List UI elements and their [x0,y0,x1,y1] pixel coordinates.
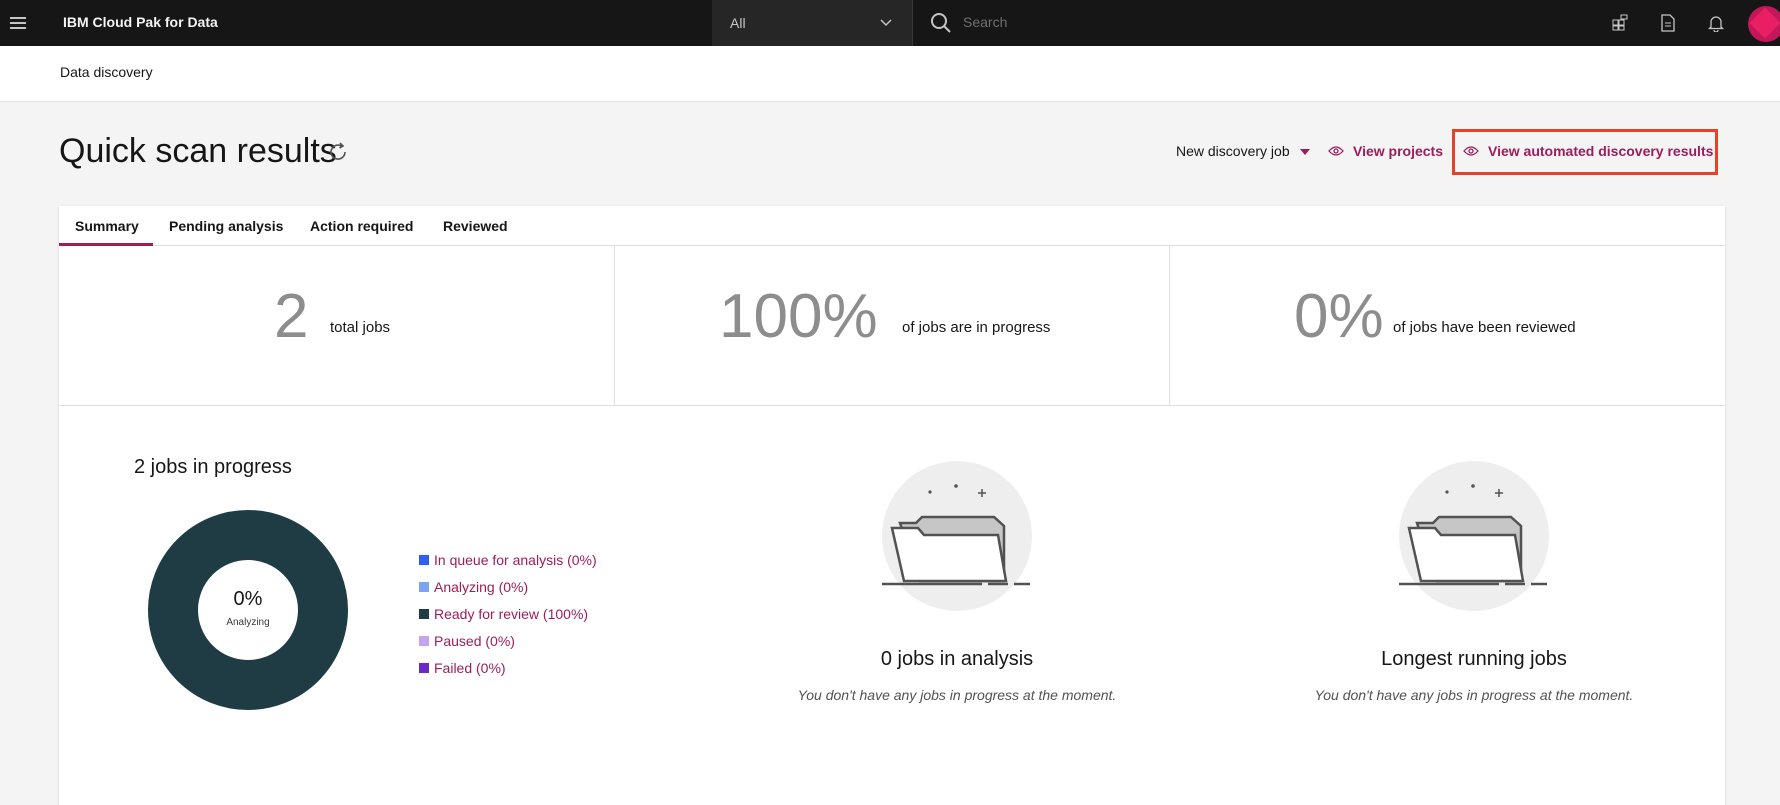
search-icon [931,13,951,33]
tab-summary[interactable]: Summary [75,218,139,234]
jobs-in-analysis-message: You don't have any jobs in progress at t… [797,687,1117,703]
breadcrumb: Data discovery [0,46,1780,102]
summary-stats: 2 total jobs 100% of jobs are in progres… [59,246,1725,406]
legend-item[interactable]: Failed (0%) [419,654,597,681]
documentation-button[interactable] [1644,0,1692,46]
longest-running-jobs-panel: Longest running jobs You don't have any … [1304,456,1644,703]
tab-bar: Summary Pending analysis Action required… [59,206,1725,246]
donut-center-label: Analyzing [226,617,270,628]
jobs-in-analysis-title: 0 jobs in analysis [880,648,1034,670]
app-switcher-button[interactable] [1596,0,1644,46]
stat-value: 0% [1294,282,1384,351]
stat-label: of jobs have been reviewed [1393,319,1576,336]
notifications-button[interactable] [1692,0,1740,46]
page-title: Quick scan results [59,132,337,170]
document-icon [1661,14,1675,32]
empty-folder-illustration [1399,461,1549,611]
menu-icon[interactable] [0,0,36,46]
breadcrumb-current: Data discovery [60,64,153,80]
search-scope-value: All [730,15,746,31]
longest-running-jobs-message: You don't have any jobs in progress at t… [1314,687,1634,703]
stat-value: 100% [719,282,878,351]
view-automated-label: View automated discovery results [1488,143,1714,159]
new-discovery-job-button[interactable]: New discovery job [1176,143,1290,159]
legend-label: In queue for analysis (0%) [434,551,597,568]
search-placeholder: Search [963,14,1008,30]
top-header: IBM Cloud Pak for Data All Search [0,0,1780,46]
legend-label: Paused (0%) [434,632,515,649]
apps-icon [1612,14,1628,31]
bell-icon [1707,16,1725,32]
legend-swatch [419,635,429,646]
legend-label: Failed (0%) [434,659,506,676]
tab-pending-analysis[interactable]: Pending analysis [169,218,283,234]
stat-value: 2 [274,282,309,351]
view-automated-discovery-results-link[interactable]: View automated discovery results [1452,129,1718,175]
user-avatar[interactable] [1748,6,1780,42]
eye-icon [1463,146,1479,156]
refresh-icon[interactable] [326,140,350,164]
stat-label: total jobs [330,319,391,336]
tab-reviewed[interactable]: Reviewed [443,218,508,234]
stat-label: of jobs are in progress [902,319,1051,336]
jobs-in-progress-title: 2 jobs in progress [134,456,292,478]
legend-swatch [419,608,429,619]
empty-folder-illustration [882,461,1032,611]
stat-reviewed: 0% of jobs have been reviewed [1169,246,1725,406]
legend-label: Ready for review (100%) [434,605,589,622]
donut-legend: In queue for analysis (0%) Analyzing (0%… [419,546,597,681]
results-card: Summary Pending analysis Action required… [59,206,1725,805]
legend-item[interactable]: Paused (0%) [419,627,597,654]
stat-total-jobs: 2 total jobs [59,246,614,406]
legend-item[interactable]: Ready for review (100%) [419,600,597,627]
search-scope-dropdown[interactable]: All [712,0,912,46]
legend-swatch [419,554,429,565]
view-projects-label: View projects [1353,143,1444,159]
search-input[interactable]: Search [912,0,1596,46]
stat-in-progress: 100% of jobs are in progress [614,246,1169,406]
eye-icon [1328,146,1344,156]
chevron-down-icon [880,19,892,27]
legend-swatch [419,662,429,673]
donut-center-value: 0% [233,588,263,610]
legend-item[interactable]: Analyzing (0%) [419,573,597,600]
tab-action-required[interactable]: Action required [310,218,413,234]
jobs-in-analysis-panel: 0 jobs in analysis You don't have any jo… [787,456,1127,703]
brand-name[interactable]: IBM Cloud Pak for Data [63,14,218,30]
caret-down-icon [1300,149,1310,155]
legend-item[interactable]: In queue for analysis (0%) [419,546,597,573]
legend-label: Analyzing (0%) [434,578,529,595]
longest-running-jobs-title: Longest running jobs [1381,648,1567,670]
legend-swatch [419,581,429,592]
view-projects-link[interactable]: View projects [1328,143,1443,159]
